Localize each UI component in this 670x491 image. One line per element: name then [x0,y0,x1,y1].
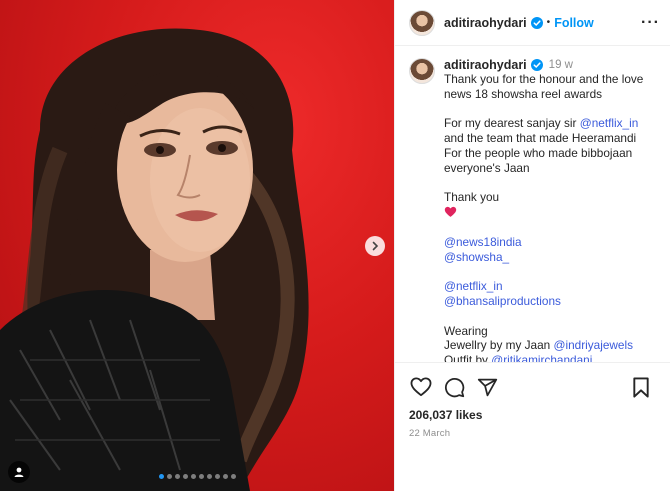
post-actions: 206,037 likes 22 March [395,362,670,439]
post-media[interactable] [0,0,394,491]
chevron-right-icon [372,241,379,251]
caption-line: For the people who made bibbojaan [444,146,658,161]
caption-line-text: Wearing [444,323,488,338]
mention-link[interactable]: @showsha_ [444,250,509,264]
slide-dot [190,474,196,479]
follow-button[interactable]: Follow [554,16,594,30]
comment-button[interactable] [442,375,466,399]
share-icon [477,378,497,396]
comment-icon [444,377,464,397]
verified-badge-icon [530,16,543,29]
caption-line: Thank you for the honour and the love [444,72,658,87]
post-time[interactable]: 19 w [549,59,573,71]
caption-line [444,176,658,191]
caption-line [444,205,658,220]
verified-badge-icon [530,59,543,71]
caption-line-text: everyone's Jaan [444,160,530,175]
portrait-photo [0,28,309,491]
caption-line: @netflix_in [444,279,658,294]
likes-count[interactable]: 206,037 likes [409,408,657,422]
caption-line: Thank you [444,190,658,205]
user-tag-icon [14,467,24,477]
caption-line [444,309,658,324]
slide-dot [214,474,220,479]
mention-link[interactable]: @news18india [444,235,522,249]
caption-line: and the team that made Heeramandi [444,131,658,146]
mention-link[interactable]: @netflix_in [580,116,639,130]
mention-link[interactable]: @indriyajewels [553,338,633,352]
more-options-button[interactable]: ··· [641,14,660,32]
caption-line: For my dearest sanjay sir @netflix_in [444,116,658,131]
mention-link[interactable]: @netflix_in [444,279,503,293]
slide-dot [230,474,236,479]
comments-section[interactable]: aditiraohydari 19 w Thank you for the ho… [395,46,670,362]
tagged-users-button[interactable] [8,461,30,483]
slide-dot [166,474,172,479]
slide-dot [182,474,188,479]
avatar[interactable] [409,9,435,36]
caption-line: @news18india [444,235,658,250]
caption-line-text: For my dearest sanjay sir [444,116,580,131]
slide-dot [198,474,204,479]
caption-avatar[interactable] [409,58,435,84]
caption-line-text: For the people who made bibbojaan [444,145,633,160]
caption-line [444,220,658,235]
caption-line: Outfit by @ritikamirchandani [444,353,658,362]
caption-line-text: Outfit by [444,353,492,362]
slide-dot [174,474,180,479]
post-side-panel: aditiraohydari • Follow ··· aditiraohyda… [394,0,670,491]
heart-icon [410,377,432,397]
caption-line: news 18 showsha reel awards [444,87,658,102]
header-separator: • [546,17,551,28]
caption-line-text: Jewellry by my Jaan [444,338,554,353]
like-button[interactable] [409,375,433,399]
caption-line: Wearing [444,324,658,339]
slide-indicator [0,474,394,479]
caption-line-text: and the team that made Heeramandi [444,131,637,146]
caption-line: Jewellry by my Jaan @indriyajewels [444,338,658,353]
slide-dot [206,474,212,479]
mention-link[interactable]: @ritikamirchandani [491,353,592,362]
caption-line: @showsha_ [444,250,658,265]
red-heart-icon [444,207,457,218]
next-slide-button[interactable] [365,236,385,256]
caption-username[interactable]: aditiraohydari [444,58,527,72]
header-username[interactable]: aditiraohydari [444,16,527,30]
caption-line [444,264,658,279]
caption-line [444,102,658,117]
caption-line: everyone's Jaan [444,161,658,176]
caption-line-text: Thank you [444,190,500,205]
caption-text: Thank you for the honour and the love new… [444,72,658,362]
mention-link[interactable]: @bhansaliproductions [444,294,561,308]
bookmark-icon [633,376,649,398]
slide-dot [222,474,228,479]
caption-line: @bhansaliproductions [444,294,658,309]
save-button[interactable] [629,375,653,399]
caption-line-text: news 18 showsha reel awards [444,86,603,101]
post-header: aditiraohydari • Follow ··· [395,0,670,46]
post-date[interactable]: 22 March [409,428,657,439]
share-button[interactable] [475,375,499,399]
caption-line-text: Thank you for the honour and the love [444,72,644,86]
caption: aditiraohydari 19 w Thank you for the ho… [409,58,658,362]
slide-dot [158,474,164,479]
